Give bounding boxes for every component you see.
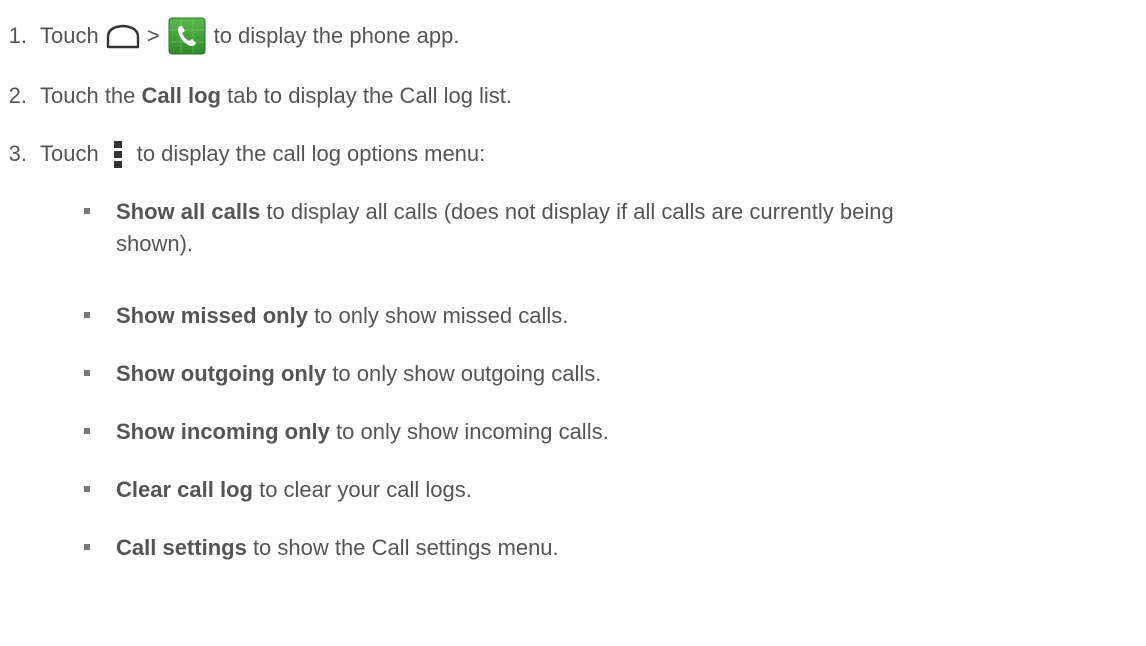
option-label: Show missed only bbox=[116, 303, 308, 328]
bullet-marker bbox=[84, 370, 90, 376]
step-2: 2. Touch the Call log tab to display the… bbox=[0, 76, 512, 116]
option-label: Show all calls bbox=[116, 199, 261, 224]
step-number: 2. bbox=[8, 83, 27, 108]
option-show-incoming-only: Show incoming only to only show incoming… bbox=[84, 416, 609, 444]
bullet-marker bbox=[84, 544, 90, 550]
call-log-tab-label: Call log bbox=[141, 83, 221, 108]
option-text: Clear call log to clear your call logs. bbox=[116, 474, 472, 506]
step-text-after: tab to display the Call log list. bbox=[227, 83, 513, 108]
option-call-settings: Call settings to show the Call settings … bbox=[84, 532, 559, 560]
option-description: to only show outgoing calls. bbox=[332, 361, 602, 386]
bullet-marker bbox=[84, 208, 90, 214]
bullet-marker bbox=[84, 312, 90, 318]
option-description: to show the Call settings menu. bbox=[252, 535, 559, 560]
option-clear-call-log: Clear call log to clear your call logs. bbox=[84, 474, 472, 502]
step-text-before: Touch bbox=[40, 141, 99, 166]
step-number: 3. bbox=[8, 141, 27, 166]
option-label: Call settings bbox=[116, 535, 247, 560]
option-text: Show all calls to display all calls (doe… bbox=[116, 196, 894, 260]
option-text: Call settings to show the Call settings … bbox=[116, 532, 559, 564]
step-text-before: Touch the bbox=[40, 83, 136, 108]
option-show-outgoing-only: Show outgoing only to only show outgoing… bbox=[84, 358, 601, 386]
step-1: 1. Touch > to display the phone app. bbox=[0, 16, 459, 56]
option-label: Show outgoing only bbox=[116, 361, 327, 386]
step-number: 1. bbox=[8, 23, 27, 48]
option-text: Show missed only to only show missed cal… bbox=[116, 300, 568, 332]
home-outline-icon bbox=[105, 23, 141, 49]
step-3: 3. Touch to display the call log options… bbox=[0, 134, 485, 174]
phone-app-icon bbox=[168, 17, 206, 55]
instructions-page: 1. Touch > to display the phone app. 2. … bbox=[0, 0, 1146, 646]
step-text-before: Touch bbox=[40, 23, 99, 48]
option-description: to display all calls (does not display i… bbox=[266, 199, 894, 224]
bullet-marker bbox=[84, 428, 90, 434]
option-label: Show incoming only bbox=[116, 419, 330, 444]
option-text: Show incoming only to only show incoming… bbox=[116, 416, 609, 448]
menu-dots-icon bbox=[111, 134, 125, 174]
step-text-after: to display the call log options menu: bbox=[136, 141, 486, 166]
option-show-all-calls: Show all calls to display all calls (doe… bbox=[84, 196, 894, 256]
step-text-after: to display the phone app. bbox=[213, 23, 460, 48]
option-description-cont: shown). bbox=[116, 231, 194, 256]
option-description: to only show missed calls. bbox=[314, 303, 569, 328]
option-description: to only show incoming calls. bbox=[336, 419, 609, 444]
bullet-marker bbox=[84, 486, 90, 492]
option-description: to clear your call logs. bbox=[259, 477, 472, 502]
option-text: Show outgoing only to only show outgoing… bbox=[116, 358, 601, 390]
step-separator: > bbox=[146, 23, 160, 48]
option-show-missed-only: Show missed only to only show missed cal… bbox=[84, 300, 568, 328]
option-label: Clear call log bbox=[116, 477, 253, 502]
